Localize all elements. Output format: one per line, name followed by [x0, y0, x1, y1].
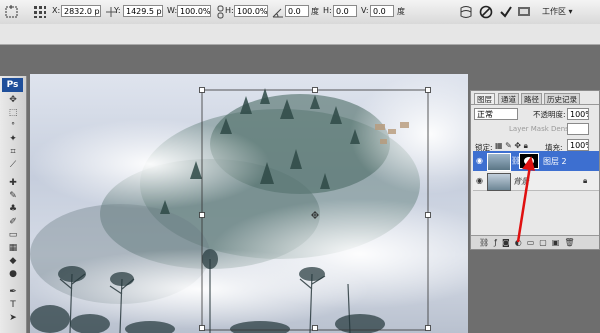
move-tool-icon[interactable]: ✥: [6, 95, 20, 106]
opacity-field[interactable]: 100%: [567, 108, 589, 120]
lock-icon: 🔒︎: [583, 176, 588, 185]
ps-logo: Ps: [2, 78, 23, 92]
w-label: W:: [167, 6, 178, 15]
clone-stamp-icon[interactable]: ♣: [6, 204, 20, 215]
visibility-eye-icon[interactable]: ◉: [476, 156, 483, 165]
path-selection-icon[interactable]: ➤: [6, 313, 20, 324]
fill-field[interactable]: 100%: [567, 139, 589, 151]
ruler-strip: [0, 24, 600, 45]
transform-tool-icon[interactable]: [4, 4, 20, 20]
cancel-transform-icon[interactable]: [478, 4, 494, 20]
layer-thumbnail: [487, 153, 511, 171]
lasso-tool-icon[interactable]: ᐤ: [6, 121, 20, 132]
workspace-menu[interactable]: 工作区 ▾: [542, 6, 573, 17]
x-label: X:: [52, 6, 61, 15]
layer-name: 图层 2: [543, 157, 567, 166]
degree-unit: 度: [311, 7, 319, 16]
opacity-label: 不透明度:: [533, 110, 566, 119]
marquee-tool-icon[interactable]: ⬚: [6, 108, 20, 119]
eraser-tool-icon[interactable]: ▭: [6, 230, 20, 241]
reference-point-icon[interactable]: [32, 4, 48, 20]
commit-transform-icon[interactable]: [498, 4, 514, 20]
layer-thumbnail: [487, 173, 511, 191]
blend-mode-select[interactable]: 正常: [474, 108, 518, 120]
history-brush-icon[interactable]: ✐: [6, 217, 20, 228]
x-field[interactable]: 2832.0 px: [61, 5, 101, 17]
vskew-label: V:: [361, 6, 369, 15]
vskew-field[interactable]: 0.0: [370, 5, 394, 17]
hskew-label: H:: [323, 6, 332, 15]
landscape-image: [30, 74, 468, 333]
width-field[interactable]: 100.0%: [177, 5, 211, 17]
degree-unit-2: 度: [397, 7, 405, 16]
document-canvas[interactable]: [30, 74, 468, 333]
angle-field[interactable]: 0.0: [285, 5, 309, 17]
rotate-angle-icon: [270, 4, 286, 20]
mask-density-field: [567, 123, 589, 135]
magic-wand-icon[interactable]: ✦: [6, 134, 20, 145]
brush-tool-icon[interactable]: ✎: [6, 191, 20, 202]
pen-tool-icon[interactable]: ✒: [6, 287, 20, 298]
y-field[interactable]: 1429.5 px: [123, 5, 163, 17]
warp-icon[interactable]: [458, 4, 474, 20]
slice-tool-icon[interactable]: ⟋: [6, 160, 20, 171]
h-label: H:: [225, 6, 234, 15]
screen-mode-icon[interactable]: [516, 4, 532, 20]
type-tool-icon[interactable]: T: [6, 300, 20, 311]
height-field[interactable]: 100.0%: [234, 5, 268, 17]
healing-brush-icon[interactable]: ✚: [6, 178, 20, 189]
crop-tool-icon[interactable]: ⌗: [6, 147, 20, 158]
blur-tool-icon[interactable]: ◆: [6, 256, 20, 267]
y-label: Y:: [114, 6, 121, 15]
visibility-eye-icon[interactable]: ◉: [476, 176, 483, 185]
options-bar: X: 2832.0 px Y: 1429.5 px W: 100.0% H: 1…: [0, 0, 600, 25]
annotation-arrow: [516, 156, 535, 243]
toolbox: Ps ✥ ⬚ ᐤ ✦ ⌗ ⟋ ✚ ✎ ♣ ✐ ▭ ▦ ◆ ● ✒ T ➤: [0, 76, 27, 333]
gradient-tool-icon[interactable]: ▦: [6, 243, 20, 254]
hskew-field[interactable]: 0.0: [333, 5, 357, 17]
dodge-tool-icon[interactable]: ●: [6, 269, 20, 280]
